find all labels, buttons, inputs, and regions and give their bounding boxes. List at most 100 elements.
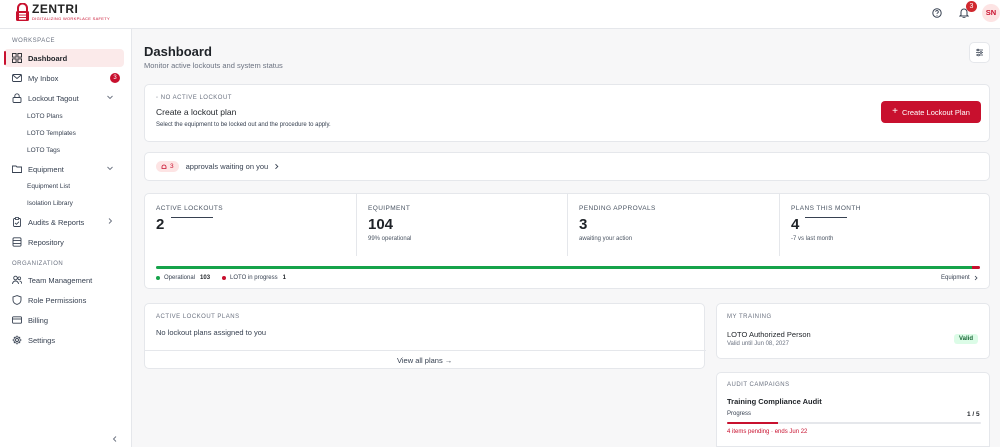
chevron-down-icon	[107, 166, 113, 171]
sidebar-item-label: Settings	[28, 335, 56, 345]
shield-icon	[12, 295, 22, 305]
legend-operational: Operational 103	[156, 275, 210, 281]
stat-label: PENDING APPROVALS	[579, 205, 656, 212]
sidebar-section-workspace: WORKSPACE	[12, 38, 56, 44]
bell-icon	[161, 164, 167, 169]
sidebar-section-organization: ORGANIZATION	[12, 261, 64, 267]
sidebar-item-lockout-tagout[interactable]: Lockout Tagout	[4, 89, 124, 107]
red-dot-icon	[222, 276, 227, 280]
stat-label: EQUIPMENT	[368, 205, 411, 212]
stat-subtext: awaiting your action	[579, 236, 633, 242]
audit-progress-value: 1 / 5	[967, 411, 980, 418]
sidebar-subitem-loto-tags[interactable]: LOTO Tags	[27, 147, 60, 154]
brand-tagline: DIGITALIZING WORKPLACE SAFETY	[32, 16, 110, 21]
audit-progress-label: Progress	[727, 411, 752, 417]
operational-bar-segment	[156, 266, 972, 269]
grid-icon	[12, 53, 22, 63]
chevron-right-icon	[974, 275, 978, 281]
equipment-status-legend: Operational 103 LOTO in progress 1	[156, 275, 298, 281]
lockout-status-label: ◦ NO ACTIVE LOCKOUT	[156, 95, 232, 101]
approvals-count-pill: 3	[156, 161, 179, 172]
sidebar-item-billing[interactable]: Billing	[4, 311, 124, 329]
sidebar-item-repository[interactable]: Repository	[4, 233, 124, 251]
folder-icon	[12, 165, 22, 173]
sidebar-subitem-equipment-list[interactable]: Equipment List	[27, 183, 70, 190]
stat-pending-approvals[interactable]: PENDING APPROVALS 3 awaiting your action	[567, 194, 779, 256]
sidebar-subitem-isolation-library[interactable]: Isolation Library	[27, 200, 73, 207]
stat-plans-this-month[interactable]: PLANS THIS MONTH 4 -7 vs last month	[779, 194, 991, 256]
status-badge: Valid	[954, 334, 979, 344]
stat-underline	[171, 217, 213, 218]
page-subtitle: Monitor active lockouts and system statu…	[144, 61, 283, 70]
view-all-plans-link[interactable]: View all plans →	[397, 356, 452, 365]
stat-value: 4	[791, 216, 800, 233]
plus-icon: +	[892, 106, 898, 117]
lockout-status-card: ◦ NO ACTIVE LOCKOUT Create a lockout pla…	[144, 84, 990, 142]
stat-subtext: 99% operational	[368, 236, 412, 242]
users-icon	[12, 275, 22, 285]
sidebar-subitem-loto-plans[interactable]: LOTO Plans	[27, 113, 63, 120]
audit-campaigns-card: AUDIT CAMPAIGNS Training Compliance Audi…	[716, 372, 990, 447]
sidebar-item-team-management[interactable]: Team Management	[4, 271, 124, 289]
stats-card: ACTIVE LOCKOUTS 2 EQUIPMENT 104 99% oper…	[144, 193, 990, 289]
notification-count-badge: 3	[966, 1, 977, 12]
help-circle-icon[interactable]	[932, 8, 942, 18]
collapse-sidebar-chevron-icon[interactable]	[111, 435, 119, 443]
top-bar: ZENTRI DIGITALIZING WORKPLACE SAFETY 3 S…	[0, 0, 1000, 29]
loto-bar-segment	[971, 266, 980, 269]
training-heading: MY TRAINING	[727, 314, 772, 320]
sidebar-item-label: Role Permissions	[28, 295, 87, 305]
logo-lock-icon	[16, 3, 29, 21]
equipment-link[interactable]: Equipment	[941, 275, 979, 281]
database-icon	[12, 237, 22, 247]
audit-heading: AUDIT CAMPAIGNS	[727, 382, 790, 388]
training-valid-until: Valid until Jun 08, 2027	[727, 341, 789, 347]
lockout-card-description: Select the equipment to be locked out an…	[156, 122, 331, 128]
sidebar-subitem-loto-templates[interactable]: LOTO Templates	[27, 130, 76, 137]
sidebar-item-label: Equipment	[28, 164, 64, 174]
sidebar-item-label: Lockout Tagout	[28, 93, 79, 103]
gear-icon	[12, 335, 22, 345]
sidebar-item-equipment[interactable]: Equipment	[4, 160, 124, 178]
user-avatar[interactable]: SN	[982, 4, 1000, 22]
approvals-banner[interactable]: 3 approvals waiting on you	[144, 152, 990, 181]
lock-icon	[12, 93, 22, 103]
active-plans-heading: ACTIVE LOCKOUT PLANS	[156, 314, 240, 320]
active-lockout-plans-card: ACTIVE LOCKOUT PLANS No lockout plans as…	[144, 303, 706, 369]
stat-active-lockouts[interactable]: ACTIVE LOCKOUTS 2	[145, 194, 357, 256]
sidebar-item-label: Team Management	[28, 275, 93, 285]
stat-value: 3	[579, 216, 588, 233]
stat-subtext: -7 vs last month	[791, 236, 834, 242]
sidebar-item-dashboard[interactable]: Dashboard	[4, 49, 124, 67]
sidebar-item-label: Billing	[28, 315, 49, 325]
stat-label: PLANS THIS MONTH	[791, 205, 861, 212]
brand-name: ZENTRI	[32, 2, 79, 16]
training-title[interactable]: LOTO Authorized Person	[727, 330, 811, 339]
sidebar-item-label: My Inbox	[28, 73, 59, 83]
chevron-right-icon	[108, 218, 113, 224]
customize-dashboard-button[interactable]	[969, 42, 990, 63]
audit-progress-bar	[727, 422, 981, 424]
create-lockout-plan-button[interactable]: + Create Lockout Plan	[881, 101, 981, 123]
stat-value: 2	[156, 216, 165, 233]
clipboard-check-icon	[13, 217, 21, 227]
stat-value: 104	[368, 216, 394, 233]
active-plans-empty-state: No lockout plans assigned to you	[156, 328, 267, 337]
stat-underline	[805, 217, 847, 218]
page-title: Dashboard	[144, 44, 212, 59]
audit-title[interactable]: Training Compliance Audit	[727, 397, 822, 406]
green-dot-icon	[156, 276, 160, 280]
sidebar-item-role-permissions[interactable]: Role Permissions	[4, 291, 124, 309]
stat-equipment[interactable]: EQUIPMENT 104 99% operational	[356, 194, 568, 256]
legend-loto: LOTO in progress 1	[222, 275, 286, 281]
brand-logo[interactable]: ZENTRI DIGITALIZING WORKPLACE SAFETY	[15, 3, 110, 21]
sidebar-item-label: Dashboard	[28, 53, 68, 63]
sidebar-item-audits-reports[interactable]: Audits & Reports	[4, 213, 124, 231]
lockout-card-title: Create a lockout plan	[156, 107, 237, 117]
sidebar: WORKSPACE Dashboard My Inbox 3 Lockout T…	[0, 29, 132, 447]
approvals-text: approvals waiting on you	[185, 162, 269, 171]
sidebar-item-settings[interactable]: Settings	[4, 331, 124, 349]
sidebar-item-inbox[interactable]: My Inbox 3	[4, 69, 124, 87]
chevron-right-icon	[275, 163, 279, 170]
audit-note: 4 items pending · ends Jun 22	[727, 429, 808, 435]
